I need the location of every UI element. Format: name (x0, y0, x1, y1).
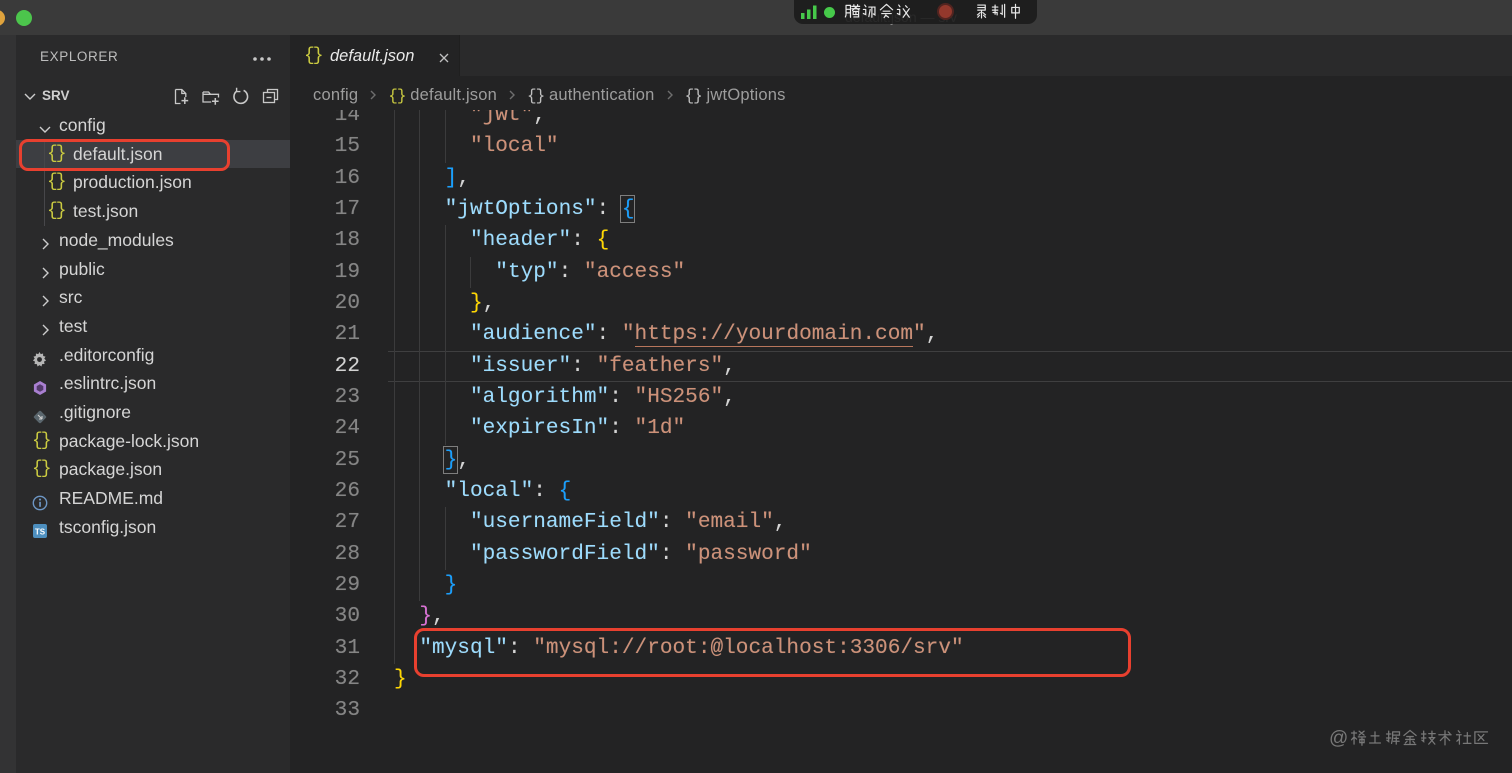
svg-text:TS: TS (35, 528, 46, 537)
